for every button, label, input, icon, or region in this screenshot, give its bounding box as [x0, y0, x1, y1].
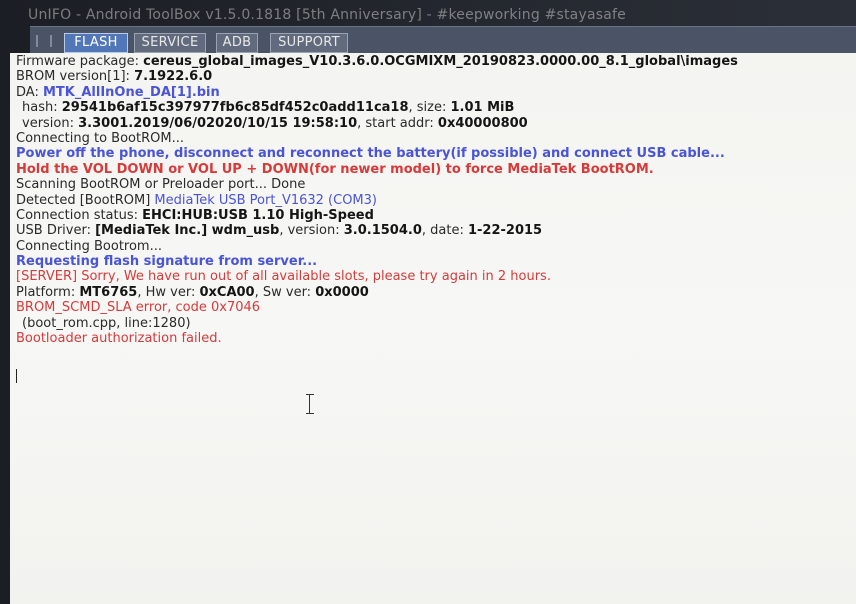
log-line-bootloader-failed: Bootloader authorization failed.: [16, 331, 222, 347]
log-text: Firmware package: cereus_global_images_V…: [16, 54, 850, 346]
version-value: 3.3001.2019/06/02020/10/15 19:58:10: [78, 115, 358, 131]
usb-date-value: 1-22-2015: [467, 223, 543, 239]
app-window: UnIFO - Android ToolBox v1.5.0.1818 [5th…: [0, 0, 856, 604]
log-line-connection-status: Connection status: EHCI:HUB:USB 1.10 Hig…: [16, 208, 850, 223]
tab-support[interactable]: SUPPORT: [270, 33, 348, 53]
log-label: , size:: [408, 100, 451, 116]
log-label: , Hw ver:: [137, 284, 200, 300]
log-line-boot-rom: (boot_rom.cpp, line:1280): [22, 315, 191, 331]
log-label: , date:: [421, 223, 468, 239]
log-label: , version:: [279, 223, 344, 239]
usb-driver-value: [MediaTek Inc.] wdm_usb: [95, 223, 280, 239]
log-label: BROM version[1]:: [16, 69, 135, 85]
log-label: Firmware package:: [16, 54, 144, 69]
log-line-version: version: 3.3001.2019/06/02020/10/15 19:5…: [16, 116, 850, 131]
start-addr-value: 0x40000800: [437, 115, 528, 131]
hash-value: 29541b6af15c397977fb6c85df452c0add11ca18: [61, 100, 409, 116]
log-label: DA:: [16, 84, 43, 100]
log-line-server-error: [SERVER] Sorry, We have run out of all a…: [16, 269, 551, 285]
ibeam-stem: [309, 395, 310, 413]
log-label: , Sw ver:: [254, 284, 316, 300]
log-output[interactable]: Firmware package: cereus_global_images_V…: [10, 53, 856, 604]
log-label: USB Driver:: [16, 223, 96, 239]
log-line-sla-error: BROM_SCMD_SLA error, code 0x7046: [16, 300, 261, 316]
connection-status-value: EHCI:HUB:USB 1.10 High-Speed: [142, 207, 374, 223]
tab-service[interactable]: SERVICE: [134, 33, 206, 53]
log-line-hash: hash: 29541b6af15c397977fb6c85df452c0add…: [16, 100, 850, 115]
log-line-requesting: Requesting flash signature from server..…: [16, 254, 318, 270]
brom-version-value: 7.1922.6.0: [134, 69, 213, 85]
sw-ver-value: 0x0000: [315, 284, 369, 300]
grip-icon: [36, 35, 52, 47]
log-label: Detected [BootROM]: [16, 192, 155, 208]
tab-strip: FLASH SERVICE ADB SUPPORT: [30, 26, 856, 55]
log-line-power-off: Power off the phone, disconnect and reco…: [16, 146, 725, 162]
log-line-connecting-bootrom: Connecting Bootrom...: [16, 238, 162, 254]
size-value: 1.01 MiB: [450, 100, 515, 116]
da-file-value: MTK_AllInOne_DA[1].bin: [42, 84, 220, 100]
tab-adb[interactable]: ADB: [216, 33, 258, 53]
log-line-scanning: Scanning BootROM or Preloader port... Do…: [16, 177, 306, 193]
firmware-path: cereus_global_images_V10.3.6.0.OCGMIXM_2…: [143, 54, 738, 69]
log-label: Connection status:: [16, 207, 143, 223]
platform-value: MT6765: [79, 284, 138, 300]
log-line-brom-version: BROM version[1]: 7.1922.6.0: [16, 69, 850, 84]
log-label: version:: [22, 115, 79, 131]
hw-ver-value: 0xCA00: [199, 284, 255, 300]
tab-flash[interactable]: FLASH: [64, 33, 128, 53]
log-label: hash:: [22, 100, 62, 116]
usb-version-value: 3.0.1504.0: [343, 223, 422, 239]
log-line-usb-driver: USB Driver: [MediaTek Inc.] wdm_usb, ver…: [16, 223, 850, 238]
log-line-da: DA: MTK_AllInOne_DA[1].bin: [16, 85, 850, 100]
log-line-detected: Detected [BootROM] MediaTek USB Port_V16…: [16, 193, 850, 208]
log-line-firmware: Firmware package: cereus_global_images_V…: [16, 54, 850, 69]
detected-port-value: MediaTek USB Port_V1632 (COM3): [154, 192, 377, 208]
log-line-platform: Platform: MT6765, Hw ver: 0xCA00, Sw ver…: [16, 285, 850, 300]
log-line-connecting-brom: Connecting to BootROM...: [16, 130, 184, 146]
log-label: , start addr:: [357, 115, 438, 131]
log-label: Platform:: [16, 284, 80, 300]
ibeam-top: [306, 394, 314, 395]
ibeam-cursor-icon: [304, 393, 316, 415]
ibeam-bottom: [306, 413, 314, 414]
log-line-hold-keys: Hold the VOL DOWN or VOL UP + DOWN(for n…: [16, 161, 654, 177]
text-caret: [16, 369, 17, 383]
